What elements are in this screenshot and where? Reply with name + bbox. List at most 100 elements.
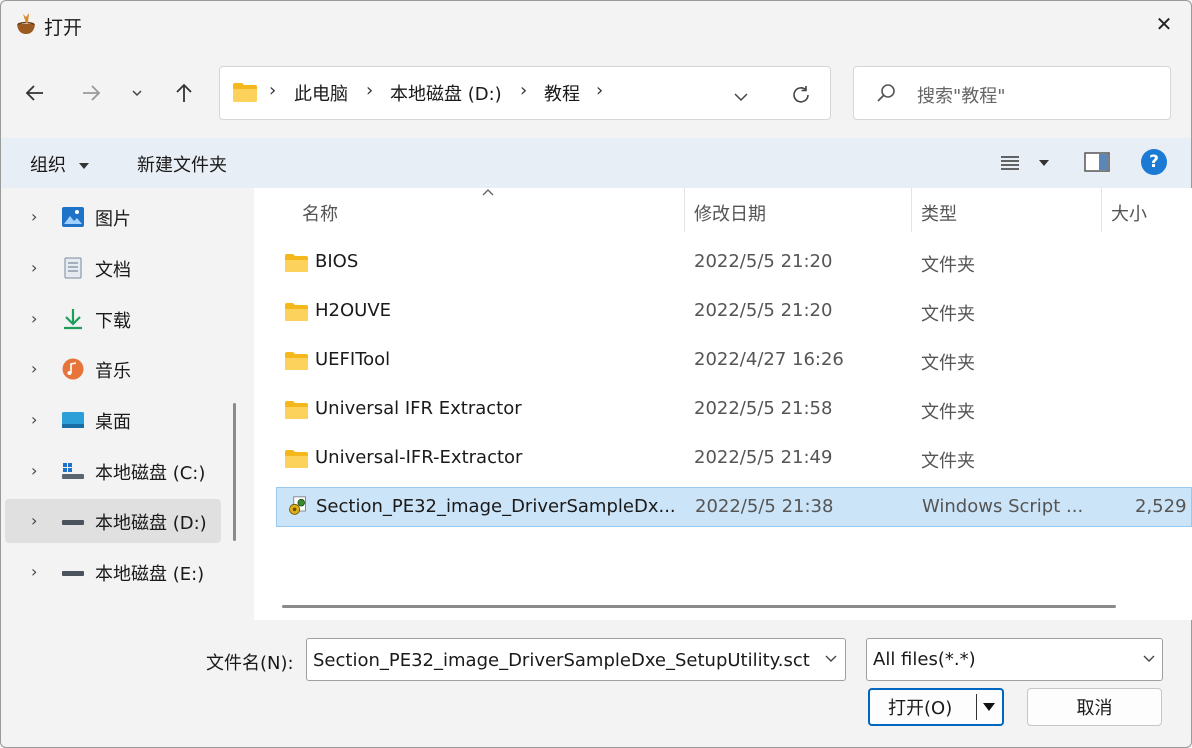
expand-chevron-icon[interactable]: › xyxy=(31,461,37,480)
sidebar-item-drive-e[interactable]: › 本地磁盘 (E:) xyxy=(5,550,221,594)
sidebar-item-downloads[interactable]: › 下载 xyxy=(5,297,221,341)
search-icon xyxy=(877,84,895,102)
file-row[interactable]: Universal IFR Extractor 2022/5/5 21:58 文… xyxy=(276,390,1192,430)
split-divider xyxy=(976,694,977,720)
horizontal-scrollbar[interactable] xyxy=(282,605,1116,608)
preview-pane-icon[interactable] xyxy=(1084,151,1110,173)
open-label: 打开(O) xyxy=(888,698,953,719)
sidebar-scrollbar[interactable] xyxy=(233,403,236,541)
caret-down-icon xyxy=(78,163,89,169)
filetype-select[interactable]: All files(*.*) xyxy=(866,638,1163,681)
sidebar-item-drive-d[interactable]: › 本地磁盘 (D:) xyxy=(5,499,221,543)
filename-value: Section_PE32_image_DriverSampleDxe_Setup… xyxy=(313,650,810,671)
file-name: Universal-IFR-Extractor xyxy=(315,447,523,468)
column-header-date[interactable]: 修改日期 xyxy=(694,200,766,226)
file-row[interactable]: BIOS 2022/5/5 21:20 文件夹 xyxy=(276,243,1192,283)
sidebar-item-label: 本地磁盘 (D:) xyxy=(95,513,207,534)
search-placeholder: 搜索"教程" xyxy=(917,86,1006,107)
back-button[interactable] xyxy=(18,76,52,110)
expand-chevron-icon[interactable]: › xyxy=(31,207,37,226)
column-header-type[interactable]: 类型 xyxy=(921,200,957,226)
column-header-name[interactable]: 名称 xyxy=(302,200,338,226)
breadcrumb-separator: › xyxy=(520,80,528,101)
window-title: 打开 xyxy=(44,17,83,39)
app-icon xyxy=(17,13,35,34)
organize-button[interactable]: 组织 xyxy=(30,151,90,177)
sidebar-item-desktop[interactable]: › 桌面 xyxy=(5,398,221,442)
sidebar-item-pictures[interactable]: › 图片 xyxy=(5,195,221,239)
file-type: 文件夹 xyxy=(921,353,975,374)
cancel-button[interactable]: 取消 xyxy=(1027,688,1162,726)
file-type: 文件夹 xyxy=(921,451,975,472)
file-row[interactable]: Universal-IFR-Extractor 2022/5/5 21:49 文… xyxy=(276,439,1192,479)
folder-icon xyxy=(285,352,308,370)
expand-chevron-icon[interactable]: › xyxy=(31,562,37,581)
sidebar-item-label: 文档 xyxy=(95,260,131,281)
column-header-size[interactable]: 大小 xyxy=(1111,200,1147,226)
file-date: 2022/5/5 21:20 xyxy=(694,300,833,321)
breadcrumb-this-pc[interactable]: 此电脑 xyxy=(294,80,348,106)
sidebar-item-label: 桌面 xyxy=(95,412,131,433)
up-button[interactable] xyxy=(167,76,201,110)
file-name: BIOS xyxy=(315,251,359,272)
column-divider[interactable] xyxy=(1101,188,1102,232)
recent-locations-button[interactable] xyxy=(122,76,152,110)
file-date: 2022/4/27 16:26 xyxy=(694,349,844,370)
close-icon: ✕ xyxy=(1155,12,1173,36)
breadcrumb-separator: › xyxy=(596,80,604,101)
expand-chevron-icon[interactable]: › xyxy=(31,410,37,429)
breadcrumb-drive-d[interactable]: 本地磁盘 (D:) xyxy=(390,80,502,106)
sidebar-item-label: 图片 xyxy=(95,209,131,230)
breadcrumb-separator: › xyxy=(366,80,374,101)
expand-chevron-icon[interactable]: › xyxy=(31,258,37,277)
file-date: 2022/5/5 21:49 xyxy=(694,447,833,468)
expand-chevron-icon[interactable]: › xyxy=(31,359,37,378)
sidebar-item-label: 下载 xyxy=(95,311,131,332)
sort-ascending-icon xyxy=(482,189,494,196)
sidebar-item-documents[interactable]: › 文档 xyxy=(5,246,221,290)
open-button[interactable]: 打开(O) xyxy=(868,688,1004,726)
file-date: 2022/5/5 21:38 xyxy=(695,496,834,517)
search-box[interactable] xyxy=(853,66,1171,120)
filename-input[interactable]: Section_PE32_image_DriverSampleDxe_Setup… xyxy=(306,638,846,681)
chevron-down-icon xyxy=(1143,655,1155,662)
folder-icon xyxy=(285,254,308,272)
pictures-icon xyxy=(62,207,84,227)
breadcrumb-tutorial[interactable]: 教程 xyxy=(544,80,580,106)
file-row-selected[interactable]: Section_PE32_image_DriverSampleDx... 202… xyxy=(276,487,1192,527)
chevron-down-icon xyxy=(132,90,142,97)
folder-icon xyxy=(233,83,257,102)
file-row[interactable]: H2OUVE 2022/5/5 21:20 文件夹 xyxy=(276,292,1192,332)
file-name: H2OUVE xyxy=(315,300,392,321)
folder-icon xyxy=(285,450,308,468)
chevron-down-icon[interactable] xyxy=(824,653,838,665)
file-type: 文件夹 xyxy=(921,402,975,423)
sidebar-item-label: 本地磁盘 (C:) xyxy=(95,463,206,484)
documents-icon xyxy=(64,257,82,279)
help-icon[interactable]: ? xyxy=(1141,149,1167,175)
new-folder-button[interactable]: 新建文件夹 xyxy=(137,151,227,177)
folder-icon xyxy=(285,303,308,321)
download-icon xyxy=(64,309,82,330)
column-divider[interactable] xyxy=(684,188,685,232)
refresh-icon[interactable] xyxy=(790,84,812,106)
forward-button[interactable] xyxy=(74,76,108,110)
expand-chevron-icon[interactable]: › xyxy=(31,309,37,328)
file-type: 文件夹 xyxy=(921,255,975,276)
file-type: Windows Script ... xyxy=(922,496,1084,517)
windows-drive-icon xyxy=(62,463,84,479)
sidebar-item-label: 音乐 xyxy=(95,361,131,382)
column-divider[interactable] xyxy=(911,188,912,232)
file-row[interactable]: UEFITool 2022/4/27 16:26 文件夹 xyxy=(276,341,1192,381)
caret-down-icon[interactable] xyxy=(982,701,996,713)
help-glyph: ? xyxy=(1149,152,1159,172)
sidebar-item-music[interactable]: › 音乐 xyxy=(5,347,221,391)
view-options-button[interactable] xyxy=(999,151,1055,175)
sidebar-item-drive-c[interactable]: › 本地磁盘 (C:) xyxy=(5,449,221,493)
folder-icon xyxy=(285,401,308,419)
address-history-dropdown[interactable] xyxy=(733,90,749,104)
file-name: Universal IFR Extractor xyxy=(315,398,522,419)
expand-chevron-icon[interactable]: › xyxy=(31,511,37,530)
close-button[interactable]: ✕ xyxy=(1146,6,1182,42)
file-name: Section_PE32_image_DriverSampleDx... xyxy=(316,496,676,517)
